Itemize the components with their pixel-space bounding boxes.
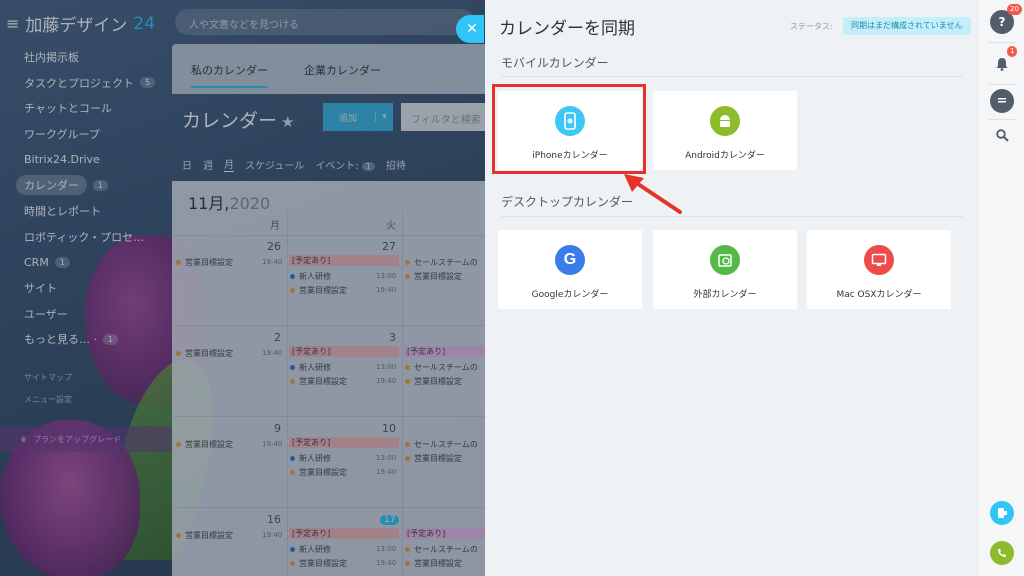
highlight-box: [492, 84, 646, 174]
status-label: ステータス:: [790, 22, 833, 31]
divider: [988, 119, 1016, 120]
search-button[interactable]: [990, 123, 1014, 147]
divider: [501, 76, 963, 77]
divider: [501, 216, 963, 217]
search-icon: [995, 128, 1009, 142]
divider: [988, 84, 1016, 85]
bell-icon: [996, 58, 1008, 71]
google-icon: G: [555, 245, 585, 275]
panel-title: カレンダーを同期: [499, 19, 635, 39]
card-mac-osx[interactable]: Mac OSXカレンダー: [807, 230, 951, 309]
chat-button[interactable]: [990, 89, 1014, 113]
notifications-button[interactable]: 1: [990, 46, 1018, 76]
help-badge: 20: [1007, 4, 1022, 15]
close-icon: ✕: [466, 21, 478, 37]
close-slider-button[interactable]: ✕: [456, 15, 484, 43]
section-heading-desktop: デスクトップカレンダー: [501, 195, 634, 209]
card-google[interactable]: G Googleカレンダー: [498, 230, 642, 309]
right-rail: ? 20 1: [977, 0, 1024, 576]
background-portal: ≡ 加藤デザイン 24 人や文書などを見つける 社内掲示板 タスクとプロジェクト…: [0, 0, 485, 576]
call-button[interactable]: [990, 541, 1014, 565]
section-heading-mobile: モバイルカレンダー: [501, 56, 609, 70]
notifications-badge: 1: [1007, 46, 1018, 57]
overlay-dim: [0, 0, 485, 576]
card-android[interactable]: Androidカレンダー: [653, 91, 797, 170]
android-icon: [710, 106, 740, 136]
external-sync-icon: [710, 245, 740, 275]
chat-icon: [998, 98, 1006, 103]
status-badge: 同期はまだ構成されていません: [843, 17, 971, 35]
card-external[interactable]: 外部カレンダー: [653, 230, 797, 309]
mac-icon: [864, 245, 894, 275]
phone-icon: [998, 549, 1006, 557]
annotation-arrow: [624, 174, 682, 214]
help-button[interactable]: ? 20: [990, 4, 1022, 34]
question-icon: ?: [998, 15, 1006, 29]
divider: [988, 42, 1016, 43]
telephony-button[interactable]: [990, 501, 1014, 525]
device-icon: [998, 508, 1007, 518]
